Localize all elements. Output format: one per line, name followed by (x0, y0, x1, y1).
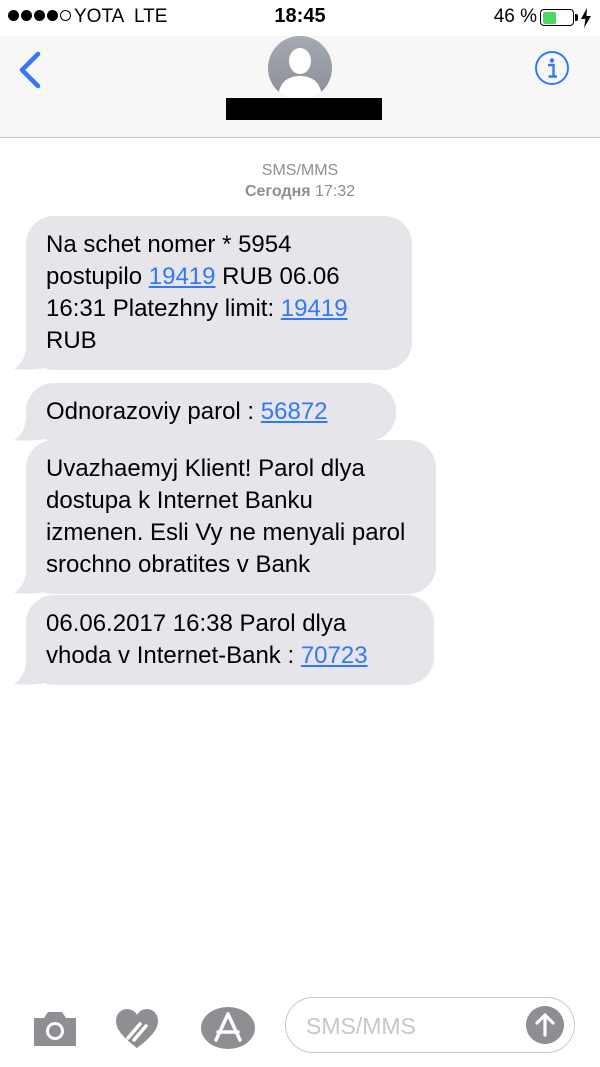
conversation-header (0, 36, 600, 138)
message-bubble[interactable]: 06.06.2017 16:38 Parol dlya vhoda v Inte… (14, 595, 434, 685)
digital-touch-icon[interactable] (112, 1006, 162, 1050)
service-label: SMS/MMS (261, 162, 339, 179)
bubble-tail (14, 659, 44, 685)
status-bar: YOTA LTE 18:45 46 % (0, 0, 600, 36)
day-label: Сегодня (244, 183, 311, 200)
message-bubble[interactable]: Odnorazoviy parol : 56872 (14, 383, 396, 441)
message-text: RUB (46, 327, 97, 354)
send-arrow-icon[interactable] (526, 1006, 564, 1044)
person-silhouette-icon (278, 48, 322, 100)
message-text: Uvazhaemyj Klient! Parol dlya dostupa k … (46, 455, 406, 578)
message-link[interactable]: 19419 (281, 295, 348, 322)
message-text: Odnorazoviy parol : (46, 398, 261, 425)
message-input[interactable]: SMS/MMS (285, 997, 575, 1053)
message-bubble[interactable]: Na schet nomer * 5954 postupilo 19419 RU… (14, 216, 412, 370)
battery-tip (575, 14, 578, 21)
avatar[interactable] (268, 36, 332, 100)
thread-timestamp: SMS/MMS Сегодня 17:32 (0, 160, 600, 202)
chevron-left-icon[interactable] (16, 50, 46, 90)
message-input-placeholder: SMS/MMS (306, 1013, 416, 1039)
message-link[interactable]: 70723 (301, 642, 368, 669)
app-store-icon[interactable] (200, 1006, 256, 1050)
contact-name-redacted[interactable] (226, 98, 382, 120)
composer-bar: SMS/MMS (0, 992, 600, 1067)
time-label: 17:32 (315, 183, 356, 200)
battery-percent: 46 % (493, 6, 537, 27)
charging-bolt-icon (581, 8, 591, 28)
bubble-tail (14, 344, 44, 370)
message-link[interactable]: 56872 (261, 398, 328, 425)
message-bubble[interactable]: Uvazhaemyj Klient! Parol dlya dostupa k … (14, 440, 436, 594)
message-link[interactable]: 19419 (149, 263, 216, 290)
bubble-tail (14, 415, 44, 441)
battery-icon (540, 9, 574, 26)
camera-icon[interactable] (30, 1006, 80, 1050)
info-icon[interactable] (534, 50, 570, 86)
bubble-tail (14, 568, 44, 594)
